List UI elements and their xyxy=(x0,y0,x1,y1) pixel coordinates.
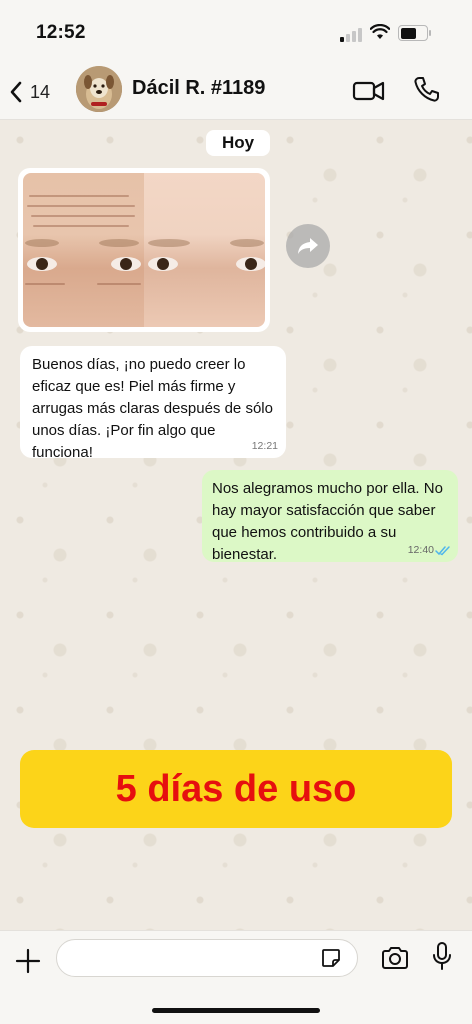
date-separator: Hoy xyxy=(206,130,270,156)
home-indicator[interactable] xyxy=(152,1008,320,1013)
outgoing-message-time: 12:40 xyxy=(407,544,434,556)
incoming-message[interactable]: Buenos días, ¡no puedo creer lo eficaz q… xyxy=(20,346,286,461)
photo-before xyxy=(23,173,144,327)
chat-area[interactable]: Hoy Buenos días, ¡no puedo creer lo efic… xyxy=(0,120,472,930)
photo-after xyxy=(144,173,265,327)
outgoing-message[interactable]: Nos alegramos mucho por ella. No hay may… xyxy=(202,470,458,563)
video-call-icon[interactable] xyxy=(352,76,386,106)
unread-count: 14 xyxy=(30,81,51,102)
avatar[interactable] xyxy=(76,66,122,112)
incoming-message-time: 12:21 xyxy=(251,440,278,452)
forward-arrow-icon xyxy=(298,238,318,254)
status-bar: 12:52 xyxy=(0,0,472,62)
cellular-signal-icon xyxy=(340,26,362,42)
read-ticks-icon xyxy=(435,546,450,556)
sticker-icon[interactable] xyxy=(320,947,342,969)
image-message[interactable] xyxy=(18,168,270,332)
back-button[interactable]: 14 xyxy=(8,76,72,108)
forward-button[interactable] xyxy=(286,224,330,268)
wifi-icon xyxy=(370,24,390,39)
status-time: 12:52 xyxy=(36,22,86,43)
before-after-photo[interactable] xyxy=(23,173,265,327)
promo-text: 5 días de uso xyxy=(115,767,357,810)
chat-header: 14 Dácil R. #1189 xyxy=(0,62,472,120)
battery-icon xyxy=(398,25,431,41)
message-input[interactable] xyxy=(56,939,358,977)
plus-icon[interactable] xyxy=(14,947,42,975)
incoming-message-text: Buenos días, ¡no puedo creer lo eficaz q… xyxy=(32,356,273,461)
microphone-icon[interactable] xyxy=(432,941,452,973)
camera-icon[interactable] xyxy=(380,945,410,971)
promo-banner: 5 días de uso xyxy=(20,750,452,828)
chevron-left-icon xyxy=(10,81,22,103)
contact-name[interactable]: Dácil R. #1189 xyxy=(132,77,265,100)
phone-icon[interactable] xyxy=(412,74,442,104)
